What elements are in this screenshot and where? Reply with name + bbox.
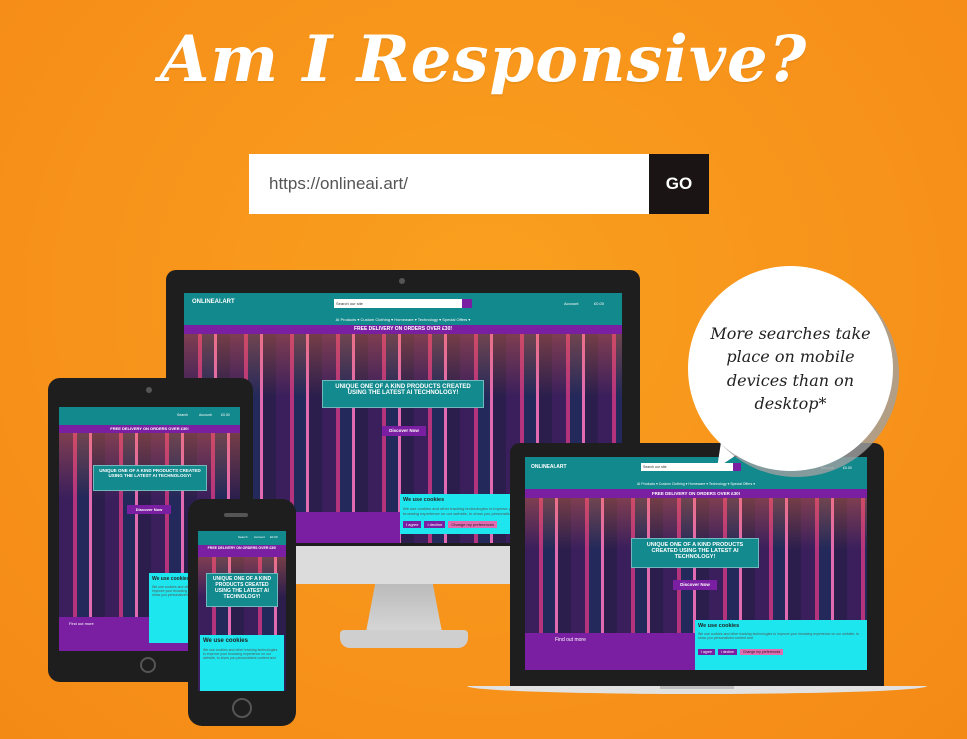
tablet-header: Search Account £0.00 [59, 407, 240, 425]
site-cart[interactable]: £0.00 [594, 301, 604, 306]
laptop-cookie-body: We use cookies and other tracking techno… [698, 632, 860, 640]
site-search[interactable]: Search our site [334, 299, 462, 308]
phone-screen: Search Account £0.00 FREE DELIVERY ON OR… [198, 531, 286, 691]
phone-hero-text: UNIQUE ONE OF A KIND PRODUCTS CREATED US… [206, 573, 278, 607]
laptop-screen: ONLINEAI.ART Search our site Account £0.… [525, 457, 867, 670]
speech-bubble-text: More searches take place on mobile devic… [710, 324, 871, 413]
tablet-camera [146, 387, 152, 393]
site-account[interactable]: Account [564, 301, 578, 306]
tablet-promo: FREE DELIVERY ON ORDERS OVER £30! [59, 425, 240, 433]
phone-cookie-title: We use cookies [203, 638, 248, 644]
tablet-account[interactable]: Account [199, 413, 212, 417]
go-button[interactable]: GO [649, 154, 709, 214]
site-logo: ONLINEAI.ART [192, 299, 235, 305]
laptop-cookie-title: We use cookies [698, 623, 740, 629]
phone-search[interactable]: Search [238, 535, 248, 539]
tablet-cart[interactable]: £0.00 [221, 413, 230, 417]
hero-text: UNIQUE ONE OF A KIND PRODUCTS CREATED US… [322, 380, 484, 408]
hero-button[interactable]: Discover Now [382, 426, 426, 436]
speech-bubble: More searches take place on mobile devic… [688, 266, 893, 471]
site-promo: FREE DELIVERY ON ORDERS OVER £30! [184, 325, 622, 334]
phone-header: Search Account £0.00 [198, 531, 286, 545]
laptop-find-out-more[interactable]: Find out more [555, 637, 586, 643]
page-title: Am I Responsive? [159, 22, 808, 97]
laptop-logo: ONLINEAI.ART [531, 464, 567, 470]
url-form: GO [249, 154, 709, 214]
laptop-account[interactable]: Account [821, 466, 834, 470]
laptop-hero-button[interactable]: Discover Now [673, 580, 717, 590]
laptop-hero-text: UNIQUE ONE OF A KIND PRODUCTS CREATED US… [631, 538, 759, 568]
laptop-promo: FREE DELIVERY ON ORDERS OVER £30! [525, 489, 867, 498]
laptop-cookie-decline[interactable]: I decline [717, 649, 737, 655]
laptop-footer: Find out more [525, 633, 695, 670]
desktop-stand [366, 584, 442, 632]
cookie-prefs-button[interactable]: Change my preferences [448, 521, 498, 528]
desktop-camera [399, 278, 405, 284]
cookie-banner: We use cookies We use cookies and other … [400, 494, 524, 534]
site-header: ONLINEAI.ART Search our site Account £0.… [184, 293, 622, 315]
laptop-nav[interactable]: AI Products ▾ Custom Clothing ▾ Homeware… [525, 479, 867, 489]
laptop-cookie-prefs[interactable]: Change my preferences [739, 649, 784, 655]
tablet-home-button [140, 657, 156, 673]
laptop-cookie-agree[interactable]: I agree [698, 649, 715, 655]
site-search-icon[interactable] [462, 299, 472, 308]
phone-promo: FREE DELIVERY ON ORDERS OVER £30! [198, 545, 286, 557]
phone-cookie-body: We use cookies and other tracking techno… [203, 648, 278, 660]
cookie-agree-button[interactable]: I agree [403, 521, 422, 528]
laptop-cart[interactable]: £0.00 [843, 466, 852, 470]
tablet-search[interactable]: Search [177, 413, 188, 417]
phone-cart[interactable]: £0.00 [270, 535, 278, 539]
phone-account[interactable]: Account [254, 535, 265, 539]
cookie-body: We use cookies and other tracking techno… [403, 506, 517, 518]
phone-home-button [232, 698, 252, 718]
phone-cookie-banner: We use cookies We use cookies and other … [200, 635, 284, 691]
cookie-decline-button[interactable]: I decline [424, 521, 446, 528]
tablet-find-out-more[interactable]: Find out more [69, 621, 94, 626]
url-input[interactable] [249, 154, 649, 214]
cookie-title: We use cookies [403, 497, 445, 503]
desktop-base [340, 630, 468, 648]
laptop-cookie-banner: We use cookies We use cookies and other … [695, 620, 867, 670]
phone-speaker [224, 513, 248, 517]
site-nav[interactable]: AI Products ▾ Custom Clothing ▾ Homeware… [184, 315, 622, 325]
tablet-hero-button[interactable]: Discover Now [127, 505, 171, 514]
laptop-notch [660, 686, 734, 689]
tablet-hero-text: UNIQUE ONE OF A KIND PRODUCTS CREATED US… [93, 465, 207, 491]
